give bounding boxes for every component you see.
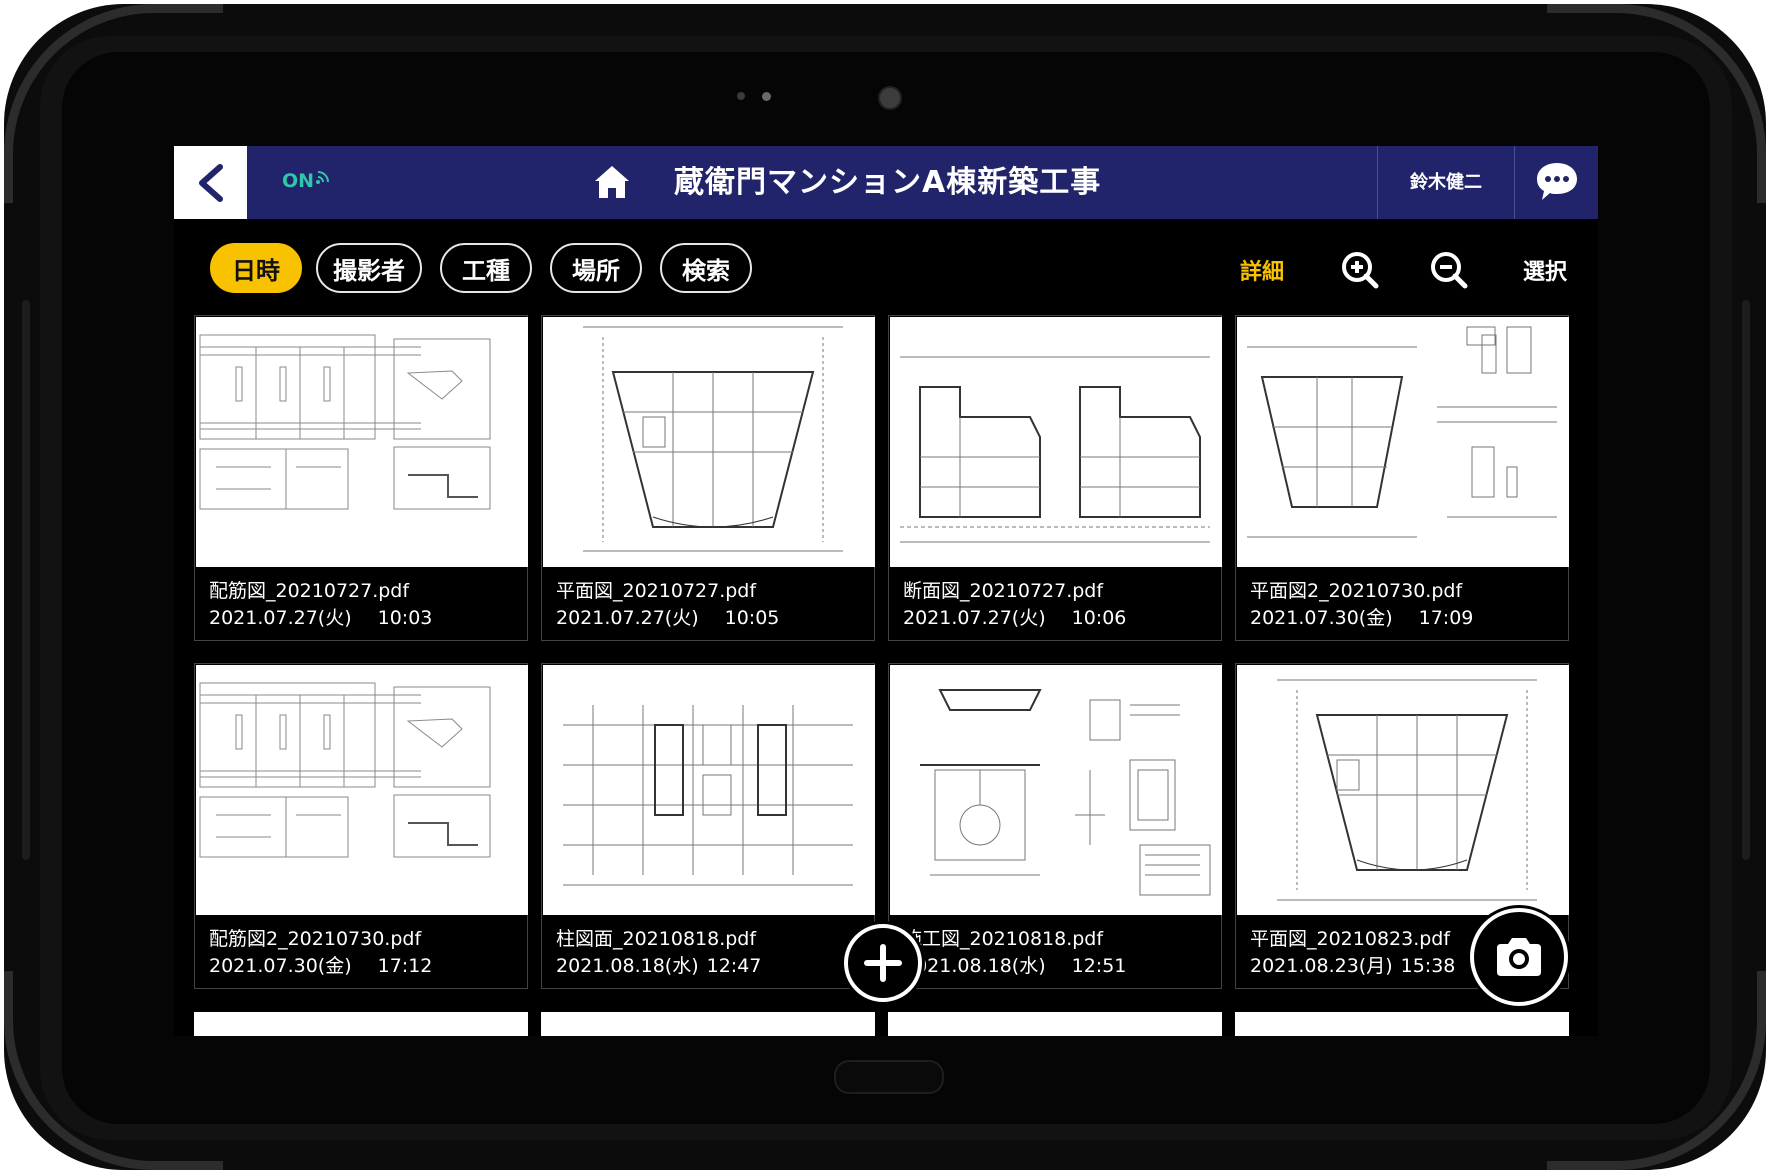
file-date: 2021.07.27(火) [903, 607, 1046, 629]
drawing-thumbnail [890, 317, 1222, 567]
file-tile[interactable]: 配筋図2_20210730.pdf 2021.07.30(金) 17:12 [194, 663, 528, 989]
file-time: 17:12 [377, 955, 433, 977]
filter-chip-photographer[interactable]: 撮影者 [316, 243, 422, 293]
filter-chip-work-type[interactable]: 工種 [440, 243, 532, 293]
file-tile-partial[interactable] [194, 1012, 528, 1036]
zoom-out-icon[interactable] [1429, 250, 1469, 294]
file-tile-partial[interactable] [1235, 1012, 1569, 1036]
file-tile[interactable]: 断面図_20210727.pdf 2021.07.27(火) 10:06 [888, 315, 1222, 641]
file-time: 10:03 [377, 607, 433, 629]
file-tile[interactable]: 施工図_20210818.pdf 2021.08.18(水) 12:51 [888, 663, 1222, 989]
sensor-dot [762, 92, 771, 101]
drawing-thumbnail [1237, 665, 1569, 915]
file-date: 2021.08.18(水) [903, 955, 1046, 977]
file-tile[interactable]: 配筋図_20210727.pdf 2021.07.27(火) 10:03 [194, 315, 528, 641]
online-status: ON [282, 170, 331, 192]
detail-toggle[interactable]: 詳細 [1240, 254, 1284, 286]
file-name: 配筋図2_20210730.pdf [209, 928, 422, 950]
drawing-thumbnail [543, 317, 875, 567]
user-name[interactable]: 鈴木健二 [1378, 146, 1514, 219]
file-name: 平面図2_20210730.pdf [1250, 580, 1463, 602]
chevron-left-icon [198, 163, 223, 202]
drawing-thumbnail [196, 317, 528, 567]
wifi-signal-icon [316, 171, 330, 184]
file-caption: 平面図_20210727.pdf 2021.07.27(火) 10:05 [556, 578, 779, 632]
select-button[interactable]: 選択 [1523, 254, 1567, 286]
file-caption: 平面図2_20210730.pdf 2021.07.30(金) 17:09 [1250, 578, 1473, 632]
file-tile-partial[interactable] [888, 1012, 1222, 1036]
file-date: 2021.08.18(水) [556, 955, 699, 977]
file-caption: 配筋図2_20210730.pdf 2021.07.30(金) 17:12 [209, 926, 432, 980]
file-time: 15:38 [1400, 955, 1456, 977]
zoom-in-icon[interactable] [1340, 250, 1380, 294]
camera-icon [1497, 938, 1541, 976]
file-caption: 断面図_20210727.pdf 2021.07.27(火) 10:06 [903, 578, 1126, 632]
file-time: 12:51 [1071, 955, 1127, 977]
side-ridge [1742, 300, 1750, 860]
filter-chip-datetime[interactable]: 日時 [210, 243, 302, 293]
add-button[interactable] [844, 924, 922, 1002]
file-tile-partial[interactable] [541, 1012, 875, 1036]
file-time: 10:06 [1071, 607, 1127, 629]
file-date: 2021.07.30(金) [1250, 607, 1393, 629]
plus-icon [864, 944, 902, 982]
chat-bubble-icon[interactable] [1534, 160, 1580, 208]
file-time: 12:47 [706, 955, 762, 977]
drawing-thumbnail [196, 665, 528, 915]
page-title: 蔵衛門マンションA棟新築工事 [674, 165, 1102, 200]
sensor-dot [737, 92, 745, 100]
file-name: 柱図面_20210818.pdf [556, 928, 757, 950]
file-name: 平面図_20210727.pdf [556, 580, 757, 602]
file-tile[interactable]: 柱図面_20210818.pdf 2021.08.18(水) 12:47 [541, 663, 875, 989]
side-ridge [22, 300, 30, 860]
file-date: 2021.07.27(火) [209, 607, 352, 629]
app-header: ON 蔵衛門マンションA棟新築工事 鈴木健二 [174, 146, 1598, 219]
file-caption: 配筋図_20210727.pdf 2021.07.27(火) 10:03 [209, 578, 432, 632]
drawing-thumbnail [543, 665, 875, 915]
header-divider [1514, 146, 1515, 219]
hardware-home-button[interactable] [834, 1060, 944, 1094]
file-caption: 平面図_20210823.pdf 2021.08.23(月) 15:38 [1250, 926, 1455, 980]
file-time: 10:05 [724, 607, 780, 629]
camera-button[interactable] [1470, 908, 1568, 1006]
file-name: 平面図_20210823.pdf [1250, 928, 1451, 950]
file-time: 17:09 [1418, 607, 1474, 629]
file-name: 断面図_20210727.pdf [903, 580, 1104, 602]
online-status-label: ON [282, 170, 315, 192]
drawing-thumbnail [1237, 317, 1569, 567]
file-date: 2021.07.27(火) [556, 607, 699, 629]
home-icon[interactable] [592, 162, 632, 206]
file-caption: 施工図_20210818.pdf 2021.08.18(水) 12:51 [903, 926, 1126, 980]
app-screen: ON 蔵衛門マンションA棟新築工事 鈴木健二 日時 撮影者 工種 場所 検索 詳… [174, 146, 1598, 1036]
filter-chip-search[interactable]: 検索 [660, 243, 752, 293]
file-date: 2021.08.23(月) [1250, 955, 1393, 977]
filter-chip-location[interactable]: 場所 [550, 243, 642, 293]
file-caption: 柱図面_20210818.pdf 2021.08.18(水) 12:47 [556, 926, 761, 980]
file-tile[interactable]: 平面図_20210727.pdf 2021.07.27(火) 10:05 [541, 315, 875, 641]
back-button[interactable] [174, 146, 247, 219]
file-name: 施工図_20210818.pdf [903, 928, 1104, 950]
file-tile[interactable]: 平面図2_20210730.pdf 2021.07.30(金) 17:09 [1235, 315, 1569, 641]
front-camera [878, 86, 902, 110]
file-date: 2021.07.30(金) [209, 955, 352, 977]
drawing-thumbnail [890, 665, 1222, 915]
file-name: 配筋図_20210727.pdf [209, 580, 410, 602]
